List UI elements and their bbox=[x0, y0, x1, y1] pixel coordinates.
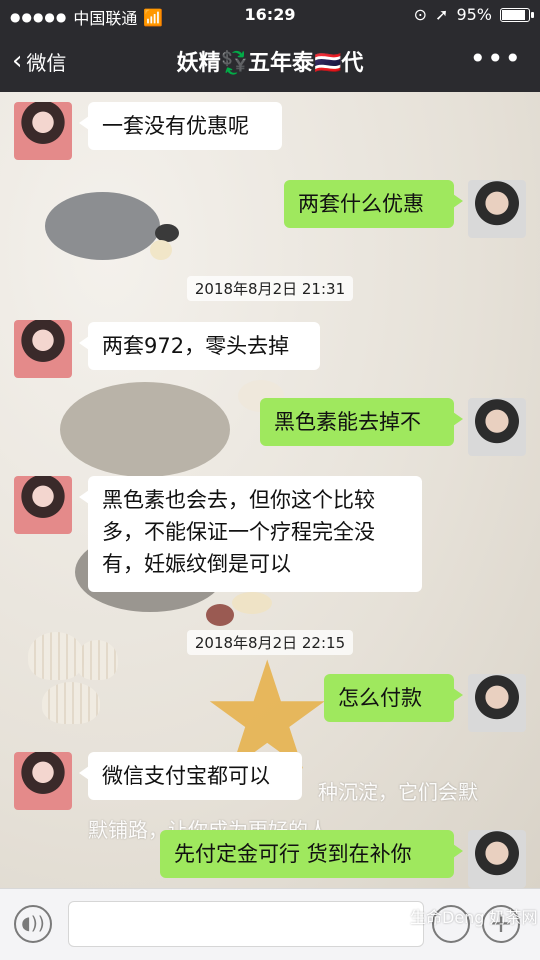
orientation-lock-icon: ⊙ bbox=[413, 5, 428, 24]
chat-title: 妖精💱五年泰🇹🇭代 bbox=[176, 51, 364, 76]
avatar-contact[interactable] bbox=[14, 476, 72, 534]
voice-icon[interactable]: ◖)) bbox=[14, 905, 52, 943]
message-bubble-out[interactable]: 先付定金可行 货到在补你 bbox=[160, 830, 463, 878]
message-bubble-in[interactable]: 一套没有优惠呢 bbox=[79, 102, 282, 150]
bg-stone bbox=[60, 382, 230, 477]
battery-percent: 95% bbox=[456, 5, 492, 24]
timestamp: 2018年8月2日 22:15 bbox=[0, 630, 540, 655]
bg-stone bbox=[45, 192, 160, 260]
battery-fill bbox=[502, 9, 525, 20]
bg-shell bbox=[42, 682, 100, 724]
bg-stone bbox=[150, 240, 172, 260]
chat-area[interactable]: ★ 一套没有优惠呢 两套什么优惠 2018年8月2日 21:31 两套972，零… bbox=[0, 92, 540, 888]
more-dots-icon[interactable]: ••• bbox=[469, 42, 522, 75]
message-input[interactable] bbox=[68, 901, 424, 947]
bg-stone bbox=[206, 604, 234, 626]
background-text-line: 种沉淀，它们会默 bbox=[318, 780, 478, 804]
message-bubble-out[interactable]: 怎么付款 bbox=[324, 674, 463, 722]
bg-stone bbox=[232, 592, 272, 614]
avatar-contact[interactable] bbox=[14, 102, 72, 160]
avatar-contact[interactable] bbox=[14, 320, 72, 378]
watermark-text: 生命Deng 奶茶网 bbox=[410, 908, 538, 927]
message-bubble-out[interactable]: 两套什么优惠 bbox=[284, 180, 463, 228]
message-bubble-in[interactable]: 两套972，零头去掉 bbox=[79, 322, 320, 370]
nav-bar: ‹ 微信 妖精💱五年泰🇹🇭代 ••• bbox=[0, 30, 540, 92]
avatar-self[interactable] bbox=[468, 674, 526, 732]
message-bubble-out[interactable]: 黑色素能去掉不 bbox=[260, 398, 463, 446]
location-icon: ➚ bbox=[435, 5, 449, 24]
timestamp: 2018年8月2日 21:31 bbox=[0, 276, 540, 301]
avatar-self[interactable] bbox=[468, 180, 526, 238]
timestamp-label: 2018年8月2日 22:15 bbox=[186, 630, 354, 655]
timestamp-label: 2018年8月2日 21:31 bbox=[186, 276, 354, 301]
avatar-self[interactable] bbox=[468, 830, 526, 888]
message-bubble-in[interactable]: 黑色素也会去，但你这个比较多，不能保证一个疗程完全没有，妊娠纹倒是可以 bbox=[79, 476, 422, 592]
message-bubble-in[interactable]: 微信支付宝都可以 bbox=[79, 752, 302, 800]
wechat-chat-screen: ●●●●● 中国联通 📶 16:29 ⊙ ➚ 95% ‹ 微信 妖精💱五年泰🇹🇭… bbox=[0, 0, 540, 960]
avatar-contact[interactable] bbox=[14, 752, 72, 810]
battery-icon bbox=[500, 7, 534, 22]
avatar-self[interactable] bbox=[468, 398, 526, 456]
status-bar: ●●●●● 中国联通 📶 16:29 ⊙ ➚ 95% bbox=[0, 0, 540, 30]
